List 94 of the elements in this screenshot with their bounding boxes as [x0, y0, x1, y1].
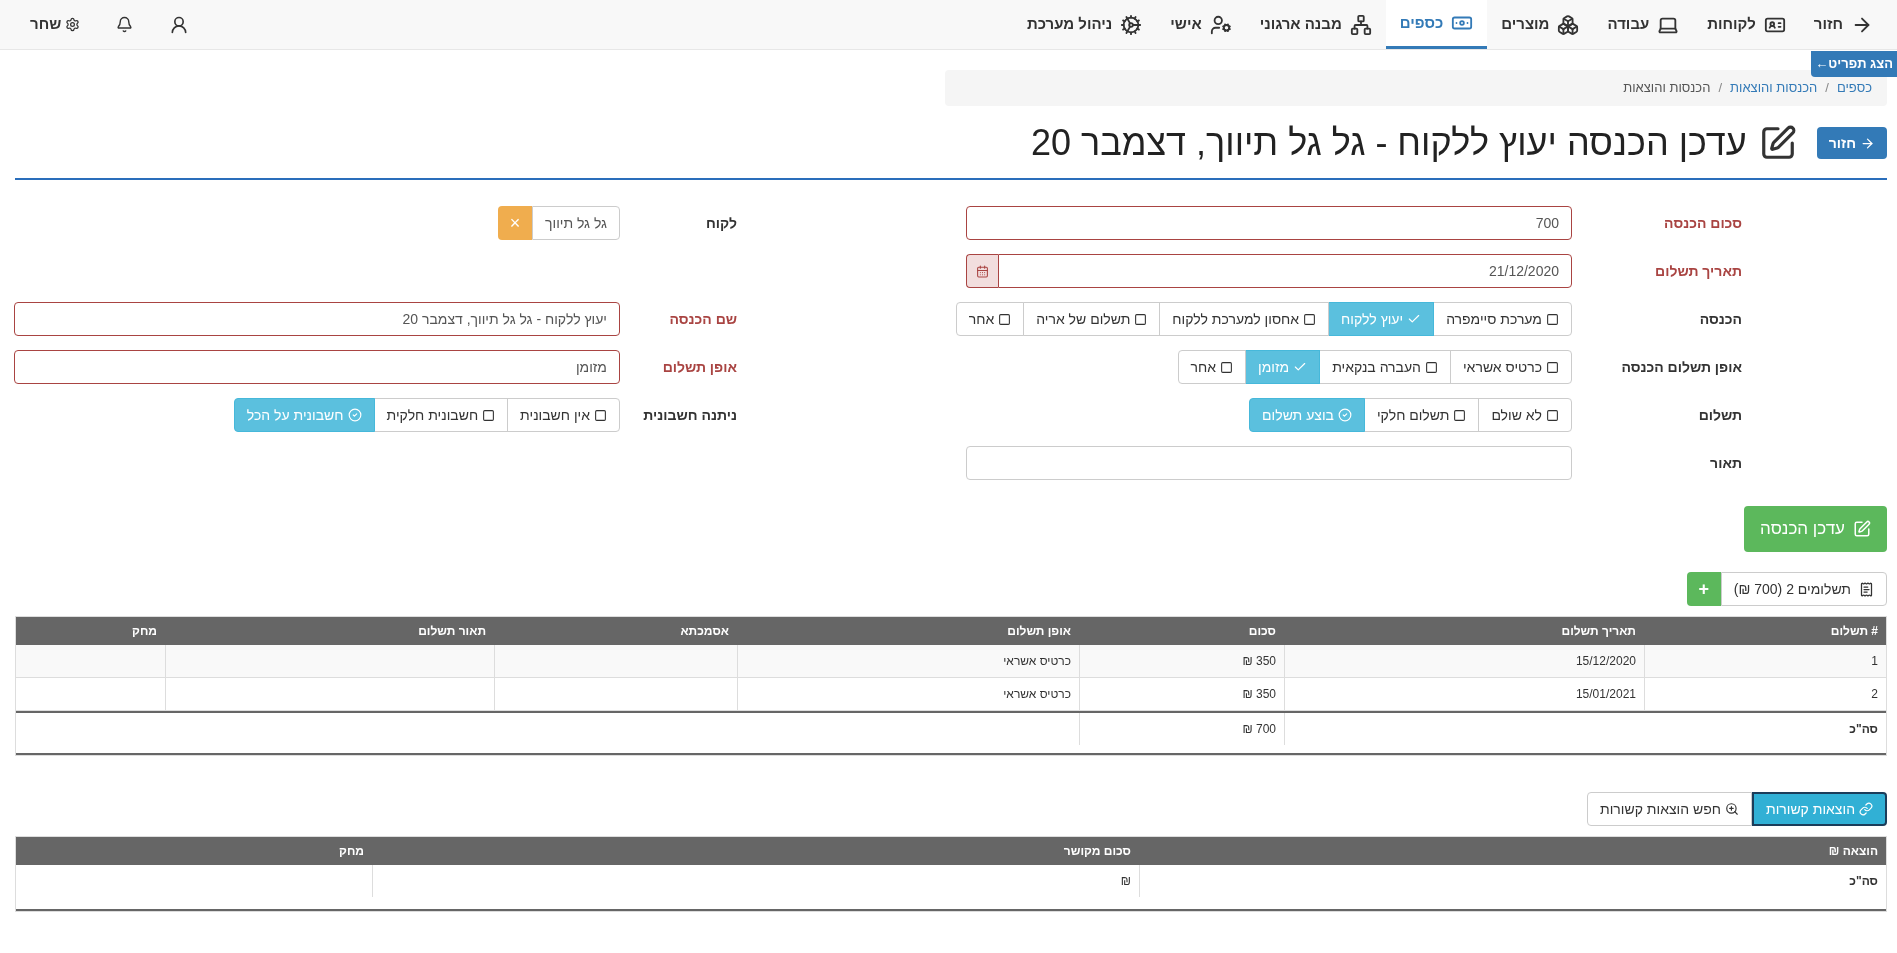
checkbox-icon — [1453, 408, 1467, 422]
check-circle-icon — [1337, 408, 1352, 422]
checkbox-icon — [1424, 360, 1438, 374]
checkbox-icon — [1220, 360, 1234, 374]
column-header: # תשלום — [1829, 623, 1879, 640]
table-cell: 1 — [1644, 645, 1886, 677]
nav-tab[interactable]: חזור — [1799, 0, 1887, 49]
table-cell: כרטיס אשראי — [737, 678, 1079, 710]
field-label: תשלום — [1698, 407, 1742, 423]
payments-button[interactable]: תשלומים 2 (700 ₪) — [1720, 572, 1887, 606]
option-button[interactable]: לא שולם — [1478, 398, 1572, 432]
option-button[interactable]: תשלום חלקי — [1363, 398, 1480, 432]
field-label: שם הכנסה — [669, 311, 737, 327]
total-amount: ₪ — [372, 865, 1139, 897]
field-label: ניתנה חשבונית — [643, 407, 737, 423]
checkbox-icon — [594, 408, 607, 422]
column-header: סכום — [1247, 623, 1277, 640]
field-label: תאריך תשלום — [1655, 263, 1742, 279]
nav-tab[interactable]: מבנה ארגוני — [1245, 0, 1386, 49]
nav-tab[interactable]: עבודה — [1593, 0, 1694, 49]
checkbox-icon — [1134, 312, 1148, 326]
table-cell: 15/12/2020 — [1284, 645, 1644, 677]
total-label: סה"כ — [1284, 713, 1886, 745]
field-label: לקוח — [705, 215, 737, 231]
total-label: סה"כ — [1139, 865, 1886, 897]
checkbox-icon — [1546, 360, 1559, 374]
total-amount: 700 ₪ — [1079, 713, 1284, 745]
text-field[interactable] — [966, 446, 1572, 480]
field-label: אופן תשלום — [662, 359, 737, 375]
checkbox-icon — [482, 408, 496, 422]
option-button[interactable]: אחר — [955, 302, 1025, 336]
bell-icon[interactable] — [116, 16, 134, 33]
calendar-button[interactable] — [966, 254, 998, 288]
option-button[interactable]: אין חשבונית — [507, 398, 620, 432]
column-header: תאריך תשלום — [1560, 623, 1637, 640]
field-label: אופן תשלום הכנסה — [1621, 359, 1742, 375]
option-button[interactable]: אחסון למערכת ללקוח — [1159, 302, 1330, 336]
page-title: עדכן הכנסה יעוץ ללקוח - גל גל תיווך, דצמבר 20 — [1030, 121, 1747, 165]
checkbox-icon — [998, 312, 1012, 326]
column-header: אופן תשלום — [1006, 623, 1072, 640]
customer-tag: גל גל תיווך — [532, 206, 620, 240]
table-cell: 2 — [1644, 678, 1886, 710]
field-label: הכנסה — [1699, 311, 1742, 327]
option-button[interactable]: כרטיס אשראי — [1449, 350, 1572, 384]
receipt-icon — [1859, 581, 1874, 597]
boxes-icon — [1557, 13, 1580, 36]
option-button[interactable]: חשבונית חלקית — [373, 398, 509, 432]
breadcrumb-separator: / — [1718, 79, 1723, 98]
breadcrumb-link[interactable]: כספים — [1836, 78, 1872, 98]
text-field[interactable]: יעוץ ללקוח - גל גל תיווך, דצמבר 20 — [14, 302, 620, 336]
text-field[interactable]: 700 — [966, 206, 1572, 240]
table-cell: 350 ₪ — [1079, 645, 1284, 677]
column-header: אסמכתא — [679, 623, 730, 640]
check-circle-icon — [347, 408, 362, 422]
breadcrumb-link[interactable]: הכנסות והוצאות — [1730, 78, 1818, 98]
user-menu[interactable]: שחר — [30, 13, 81, 36]
option-button[interactable]: תשלום של אריה — [1023, 302, 1161, 336]
field-label: תאור — [1710, 455, 1742, 471]
date-field[interactable]: 21/12/2020 — [998, 254, 1572, 288]
column-header: סכום מקושר — [1062, 843, 1132, 860]
field-label: סכום הכנסה — [1664, 215, 1742, 231]
option-button[interactable]: מערכת סיימפרה — [1433, 302, 1572, 336]
search-expenses-button[interactable]: חפש הוצאות קשורות — [1587, 792, 1752, 826]
check-icon — [1293, 360, 1308, 374]
checkbox-icon — [1303, 312, 1317, 326]
table-cell: 15/01/2021 — [1284, 678, 1644, 710]
nav-tab[interactable]: ניהול מערכת — [1012, 0, 1157, 49]
column-header: מחק — [338, 843, 365, 860]
check-icon — [1407, 312, 1422, 326]
table-cell: 350 ₪ — [1079, 678, 1284, 710]
option-button[interactable]: העברה בנקאית — [1319, 350, 1451, 384]
nav-tab[interactable]: אישי — [1156, 0, 1246, 49]
column-header: הוצאה ₪ — [1827, 843, 1879, 860]
checkbox-icon — [1546, 312, 1559, 326]
table-cell: כרטיס אשראי — [737, 645, 1079, 677]
settings-icon — [65, 17, 81, 32]
checkbox-icon — [1546, 408, 1559, 422]
calendar-icon — [976, 264, 989, 278]
nav-tab[interactable]: מוצרים — [1487, 0, 1594, 49]
link-icon — [1859, 802, 1873, 816]
breadcrumb-separator: / — [1825, 79, 1829, 98]
back-button[interactable]: חזור — [1816, 127, 1887, 159]
breadcrumb-current: הכנסות והוצאות — [1623, 79, 1711, 98]
option-button[interactable]: אחר — [1177, 350, 1247, 384]
zoom-icon — [1724, 802, 1739, 816]
arrow-icon — [1860, 135, 1875, 151]
nav-tab[interactable]: כספים — [1385, 0, 1488, 49]
nav-tab[interactable]: לקוחות — [1693, 0, 1800, 49]
edit-icon — [1853, 520, 1871, 538]
sitemap-icon — [1349, 13, 1372, 36]
column-header: תאור תשלום — [417, 623, 487, 640]
text-field[interactable]: מזומן — [14, 350, 620, 384]
show-menu-tab[interactable]: הצג תפריט← — [1811, 51, 1897, 77]
column-header: מחק — [131, 623, 158, 640]
